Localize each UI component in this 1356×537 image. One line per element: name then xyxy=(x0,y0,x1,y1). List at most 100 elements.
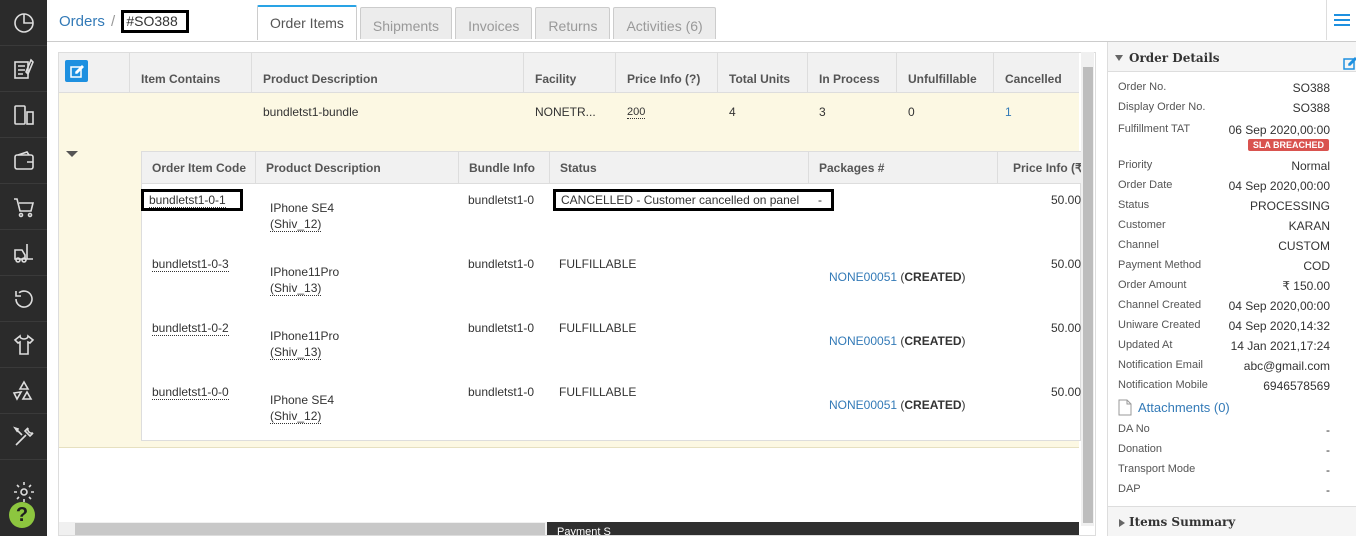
mobile-icon[interactable] xyxy=(0,92,47,138)
unfulfillable: 0 xyxy=(908,105,915,119)
total-units: 4 xyxy=(729,105,736,119)
scrollbar-thumb[interactable] xyxy=(1083,67,1093,523)
package-status: CREATED xyxy=(904,334,962,348)
bundle-info: bundletst1-0 xyxy=(468,257,535,271)
in-process: 3 xyxy=(819,105,826,119)
col-price-info: Price Info (?) xyxy=(615,53,717,93)
col-in-process: In Process xyxy=(807,53,896,93)
col-item-contains: Item Contains xyxy=(129,53,251,93)
order-details-panel: Order Details Order No. SO388 Display Ord… xyxy=(1107,42,1356,536)
detail-order-date: Order Date 04 Sep 2020,00:00 xyxy=(1118,179,1330,193)
items-summary-header[interactable]: Items Summary xyxy=(1108,506,1356,536)
price-value: 50.00 xyxy=(1051,321,1082,335)
table-row: bundletst1-0-3 IPhone11Pro (Shiv_13) bun… xyxy=(152,257,1082,296)
tab-returns[interactable]: Returns xyxy=(535,7,611,39)
items-summary-title: Items Summary xyxy=(1129,515,1236,529)
forklift-icon[interactable] xyxy=(0,230,47,276)
tab-order-items[interactable]: Order Items xyxy=(257,5,357,40)
col-price-info: Price Info (₹) xyxy=(997,152,1087,184)
panel-title: Order Details xyxy=(1129,51,1220,65)
package-link[interactable]: NONE00051 xyxy=(829,270,897,284)
detail-order-no: Order No. SO388 xyxy=(1118,81,1330,95)
col-order-item-code: Order Item Code xyxy=(152,161,247,175)
wallet-icon[interactable] xyxy=(0,138,47,184)
table-row: bundletst1-0-1 IPhone SE4 (Shiv_12) bund… xyxy=(141,184,1082,248)
cart-icon[interactable] xyxy=(0,184,47,230)
packages-dash: - xyxy=(818,193,822,207)
bundle-info: bundletst1-0 xyxy=(468,385,535,399)
detail-dap: DAP - xyxy=(1118,483,1330,497)
cancelled-count-link[interactable]: 1 xyxy=(1005,105,1012,119)
package-link[interactable]: NONE00051 xyxy=(829,334,897,348)
tab-activities[interactable]: Activities (6) xyxy=(613,7,716,39)
price-info[interactable]: 200 xyxy=(627,106,646,119)
order-details-header[interactable]: Order Details xyxy=(1108,42,1356,72)
detail-payment-method: Payment Method COD xyxy=(1118,259,1330,273)
expand-caret-icon[interactable] xyxy=(1119,519,1125,527)
detail-channel: Channel CUSTOM xyxy=(1118,239,1330,253)
horizontal-scrollbar[interactable]: Payment S xyxy=(59,522,1079,535)
order-item-code-link[interactable]: bundletst1-0-0 xyxy=(152,385,229,400)
sla-badge: SLA BREACHED xyxy=(1247,139,1329,151)
product-name: IPhone SE4 xyxy=(270,201,335,215)
detail-customer: Customer KARAN xyxy=(1118,219,1330,233)
status-text: CANCELLED - Customer cancelled on panel xyxy=(561,193,800,207)
help-icon[interactable]: ? xyxy=(9,502,35,528)
status-text: FULFILLABLE xyxy=(559,385,637,399)
detail-order-amount: Order Amount ₹ 150.00 xyxy=(1118,279,1330,293)
col-status: Status xyxy=(549,152,808,184)
product-sku[interactable]: (Shiv_12) xyxy=(270,217,322,232)
sidebar: ? xyxy=(0,0,47,536)
detail-da-no: DA No - xyxy=(1118,423,1330,437)
collapse-caret-icon[interactable] xyxy=(1115,55,1123,61)
order-items-panel: Item Contains Product Description Facili… xyxy=(58,52,1096,536)
returns-icon[interactable] xyxy=(0,276,47,322)
recycle-icon[interactable] xyxy=(0,368,47,414)
bundle-info: bundletst1-0 xyxy=(468,193,535,207)
tools-icon[interactable] xyxy=(0,414,47,460)
col-bundle-info: Bundle Info xyxy=(458,152,549,184)
price-value: 50.00 xyxy=(1051,385,1082,399)
detail-notification-email: Notification Email abc@gmail.com xyxy=(1118,359,1330,373)
breadcrumb-orders-link[interactable]: Orders xyxy=(59,13,105,30)
order-item-code-link[interactable]: bundletst1-0-3 xyxy=(152,257,229,272)
order-item-code-link[interactable]: bundletst1-0-2 xyxy=(152,321,229,336)
table-row: bundletst1-0-2 IPhone11Pro (Shiv_13) bun… xyxy=(152,321,1082,360)
attachments-link[interactable]: Attachments (0) xyxy=(1118,399,1230,416)
col-packages: Packages # xyxy=(808,152,997,184)
collapse-caret-icon[interactable] xyxy=(66,151,78,157)
facility: NONETR... xyxy=(535,105,596,119)
file-icon xyxy=(1118,399,1132,416)
menu-icon[interactable] xyxy=(1326,0,1356,40)
breadcrumb-separator: / xyxy=(111,13,116,30)
price-value: 50.00 xyxy=(1051,193,1082,207)
product-description: bundletst1-bundle xyxy=(263,105,359,119)
col-cancelled: Cancelled xyxy=(993,53,1079,93)
package-status: CREATED xyxy=(904,270,962,284)
tab-invoices[interactable]: Invoices xyxy=(455,7,533,39)
detail-uniware-created: Uniware Created 04 Sep 2020,14:32 xyxy=(1118,319,1330,333)
package-link[interactable]: NONE00051 xyxy=(829,398,897,412)
vertical-scrollbar[interactable] xyxy=(1081,52,1094,526)
table-row: bundletst1-0-0 IPhone SE4 (Shiv_12) bund… xyxy=(152,385,1082,424)
tshirt-icon[interactable] xyxy=(0,322,47,368)
col-product-description: Product Description xyxy=(251,53,523,93)
scrollbar-thumb[interactable] xyxy=(75,523,545,535)
edit-icon[interactable] xyxy=(65,60,88,82)
detail-updated-at: Updated At 14 Jan 2021,17:24 xyxy=(1118,339,1330,353)
bundle-items-table: Order Item Code Product Description Bund… xyxy=(141,151,1087,441)
col-total-units: Total Units xyxy=(717,53,807,93)
detail-display-order-no: Display Order No. SO388 xyxy=(1118,101,1330,115)
payment-summary-bar[interactable]: Payment S xyxy=(547,522,1079,535)
product-sku[interactable]: (Shiv_13) xyxy=(270,281,322,296)
product-sku[interactable]: (Shiv_12) xyxy=(270,409,322,424)
items-table-header: Item Contains Product Description Facili… xyxy=(59,53,1079,93)
order-item-code-link[interactable]: bundletst1-0-1 xyxy=(149,193,226,208)
tab-shipments[interactable]: Shipments xyxy=(359,7,453,39)
product-sku[interactable]: (Shiv_13) xyxy=(270,345,322,360)
orders-icon[interactable] xyxy=(0,46,47,92)
detail-channel-created: Channel Created 04 Sep 2020,00:00 xyxy=(1118,299,1330,313)
dashboard-icon[interactable] xyxy=(0,0,47,46)
edit-icon[interactable] xyxy=(1343,50,1356,82)
detail-transport-mode: Transport Mode - xyxy=(1118,463,1330,477)
